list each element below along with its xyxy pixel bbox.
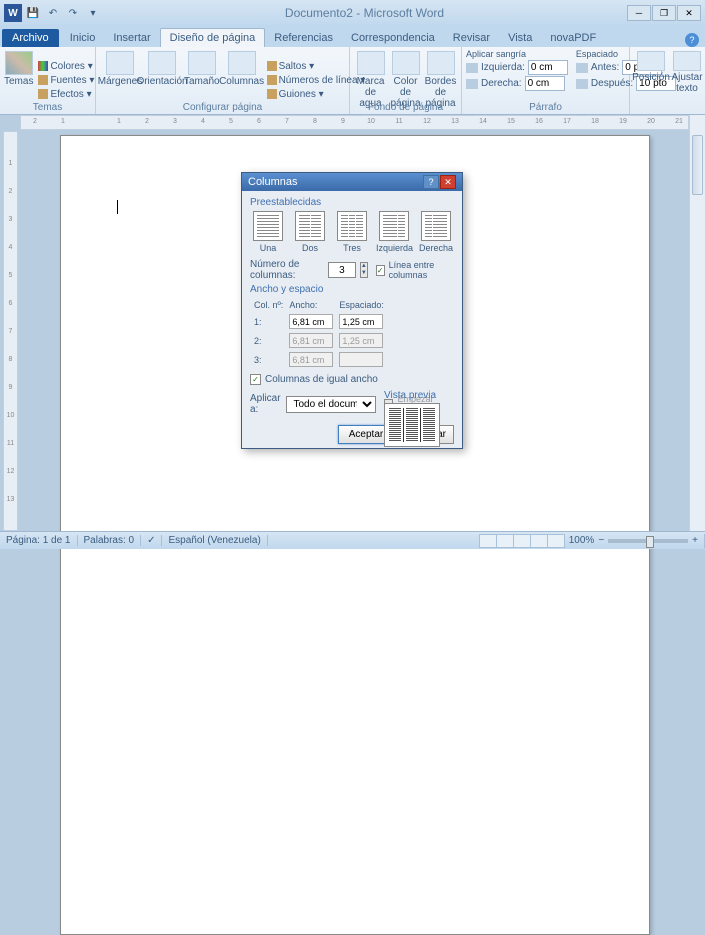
status-pagina[interactable]: Página: 1 de 1 (0, 535, 78, 546)
num-columnas-label: Número de columnas: (250, 259, 324, 281)
view-outline-button[interactable] (530, 534, 548, 548)
close-window-button[interactable]: ✕ (677, 5, 701, 21)
efectos-button[interactable]: Efectos ▾ (35, 88, 97, 101)
tab-insertar[interactable]: Insertar (104, 29, 159, 47)
status-proofing-icon[interactable]: ✓ (141, 535, 162, 546)
preview-icon (384, 403, 440, 447)
horizontal-ruler[interactable]: 2112345678910111213141516171819202122232… (20, 115, 689, 130)
aplicar-a-select[interactable]: Todo el documento (286, 396, 376, 413)
ribbon-tabs: Archivo Inicio Insertar Diseño de página… (0, 26, 705, 47)
help-icon[interactable]: ? (685, 33, 699, 47)
dialog-title: Columnas (248, 176, 298, 188)
linea-label: Línea entre columnas (389, 260, 454, 280)
tab-novapdf[interactable]: novaPDF (541, 29, 605, 47)
group-fondo-label: Fondo de página (350, 102, 461, 113)
group-parrafo-label: Párrafo (462, 102, 629, 113)
zoom-out-button[interactable]: − (598, 535, 604, 546)
preset-tres[interactable]: Tres (334, 211, 370, 253)
tab-vista[interactable]: Vista (499, 29, 541, 47)
group-temas-label: Temas (0, 102, 95, 113)
space-after-icon (576, 79, 588, 89)
undo-icon[interactable]: ↶ (44, 4, 62, 22)
view-print-layout-button[interactable] (479, 534, 497, 548)
status-palabras[interactable]: Palabras: 0 (78, 535, 142, 546)
vista-previa-label: Vista previa (384, 390, 444, 401)
aplicar-a-label: Aplicar a: (250, 393, 282, 415)
col3-esp-input (339, 352, 383, 367)
indent-right-icon (466, 79, 478, 89)
dialog-help-button[interactable]: ? (423, 175, 439, 189)
col2-esp-input (339, 333, 383, 348)
minimize-button[interactable]: ─ (627, 5, 651, 21)
sangria-label: Aplicar sangría (466, 49, 568, 59)
sangria-izq-input[interactable] (528, 60, 568, 75)
col1-ancho-input[interactable] (289, 314, 333, 329)
view-web-button[interactable] (513, 534, 531, 548)
maximize-button[interactable]: ❐ (652, 5, 676, 21)
title-bar: W 💾 ↶ ↷ ▾ Documento2 - Microsoft Word ─ … (0, 0, 705, 26)
sangria-der-input[interactable] (525, 76, 565, 91)
group-organizar-label: Organizar (630, 102, 705, 113)
num-columnas-input[interactable] (328, 262, 356, 278)
zoom-in-button[interactable]: + (692, 535, 698, 546)
space-before-icon (576, 63, 588, 73)
group-config-label: Configurar página (96, 102, 349, 113)
preset-izquierda[interactable]: Izquierda (376, 211, 412, 253)
linea-checkbox[interactable]: ✓ (376, 265, 385, 276)
view-draft-button[interactable] (547, 534, 565, 548)
ribbon: Temas Colores ▾ Fuentes ▾ Efectos ▾ Tema… (0, 47, 705, 115)
status-idioma[interactable]: Español (Venezuela) (162, 535, 267, 546)
colores-button[interactable]: Colores ▾ (35, 60, 97, 73)
igual-ancho-label: Columnas de igual ancho (265, 374, 378, 385)
indent-left-icon (466, 63, 478, 73)
ancho-espacio-label: Ancho y espacio (250, 284, 454, 295)
preestablecidas-label: Preestablecidas (250, 197, 454, 208)
col3-ancho-input (289, 352, 333, 367)
columns-width-table: Col. nº:Ancho:Espaciado: 1: 2: 3: (250, 297, 388, 370)
window-title: Documento2 - Microsoft Word (102, 6, 627, 20)
zoom-value[interactable]: 100% (569, 535, 595, 546)
num-columnas-spinner[interactable]: ▲▼ (360, 262, 368, 278)
columns-dialog: Columnas ? ✕ Preestablecidas Una Dos Tre… (241, 172, 463, 449)
dialog-close-button[interactable]: ✕ (440, 175, 456, 189)
vertical-scrollbar[interactable] (689, 115, 705, 531)
tab-diseno-pagina[interactable]: Diseño de página (160, 28, 266, 47)
vertical-ruler[interactable]: 12345678910111213 (3, 131, 18, 531)
status-bar: Página: 1 de 1 Palabras: 0 ✓ Español (Ve… (0, 531, 705, 549)
col2-ancho-input (289, 333, 333, 348)
redo-icon[interactable]: ↷ (64, 4, 82, 22)
tab-correspondencia[interactable]: Correspondencia (342, 29, 444, 47)
preset-una[interactable]: Una (250, 211, 286, 253)
fuentes-button[interactable]: Fuentes ▾ (35, 74, 97, 87)
zoom-slider[interactable] (608, 539, 688, 543)
tab-inicio[interactable]: Inicio (61, 29, 105, 47)
dialog-titlebar[interactable]: Columnas ? ✕ (242, 173, 462, 191)
word-icon[interactable]: W (4, 4, 22, 22)
preset-derecha[interactable]: Derecha (418, 211, 454, 253)
igual-ancho-checkbox[interactable]: ✓ (250, 374, 261, 385)
col1-esp-input[interactable] (339, 314, 383, 329)
save-icon[interactable]: 💾 (24, 4, 42, 22)
scrollbar-thumb[interactable] (692, 135, 703, 195)
view-fullscreen-button[interactable] (496, 534, 514, 548)
file-tab[interactable]: Archivo (2, 29, 59, 47)
tab-referencias[interactable]: Referencias (265, 29, 342, 47)
text-cursor (117, 200, 118, 214)
tab-revisar[interactable]: Revisar (444, 29, 499, 47)
preset-dos[interactable]: Dos (292, 211, 328, 253)
qat-dropdown-icon[interactable]: ▾ (84, 4, 102, 22)
